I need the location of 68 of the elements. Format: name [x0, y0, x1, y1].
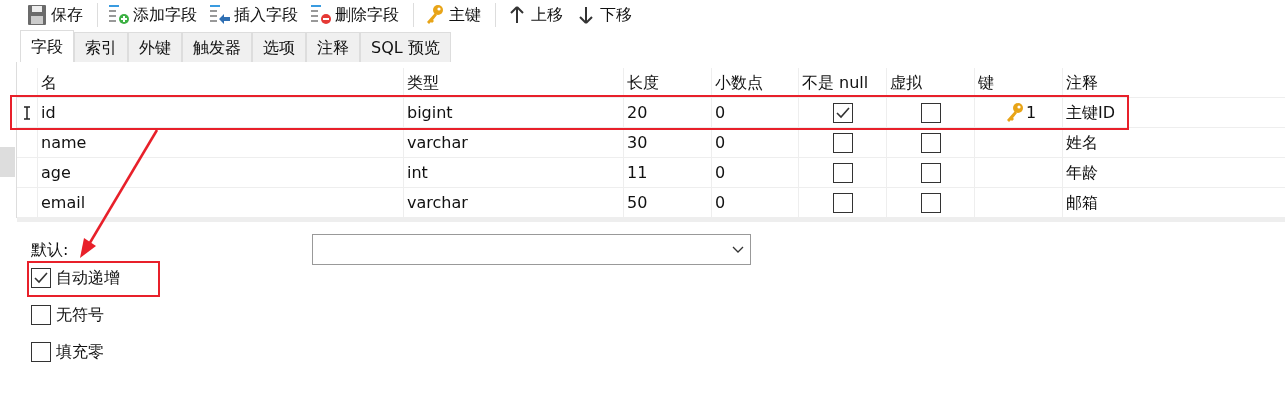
tab[interactable]: 索引 — [74, 32, 128, 62]
checkbox[interactable] — [920, 192, 941, 213]
down-button[interactable]: 下移 — [571, 1, 640, 29]
checkbox-option[interactable]: 无符号 — [31, 303, 104, 327]
table-cell-text: 年龄 — [1066, 161, 1098, 184]
table-cell-text: id — [41, 101, 56, 124]
checkbox[interactable] — [920, 162, 941, 183]
table-row[interactable]: age int 11 0 年龄 — [17, 158, 1285, 188]
up-button[interactable]: 上移 — [502, 1, 571, 29]
tab[interactable]: 字段 — [20, 30, 74, 62]
column-header: 类型 — [407, 71, 439, 94]
table-row[interactable]: name varchar 30 0 姓名 — [17, 128, 1285, 158]
column-header: 不是 null — [802, 71, 869, 94]
chevron-down-icon — [732, 245, 744, 254]
save-button[interactable]: 保存 — [22, 1, 91, 29]
tab[interactable]: SQL 预览 — [360, 32, 451, 62]
checkbox[interactable] — [31, 305, 51, 325]
checkbox[interactable] — [832, 192, 853, 213]
checkbox[interactable] — [920, 102, 941, 123]
column-header: 小数点 — [715, 71, 763, 94]
checkbox[interactable] — [832, 132, 853, 153]
checkbox[interactable] — [832, 162, 853, 183]
column-header: 注释 — [1066, 71, 1098, 94]
table-cell-text: int — [407, 161, 428, 184]
checkbox-option[interactable]: 填充零 — [31, 340, 104, 364]
table-cell-text: email — [41, 191, 86, 214]
checkbox[interactable] — [832, 102, 853, 123]
table-cell-text: 主键ID — [1066, 101, 1116, 124]
table-cell-text: varchar — [407, 131, 468, 154]
table-cell-text: age — [41, 161, 71, 184]
table-cell-text: varchar — [407, 191, 468, 214]
checkbox-option[interactable]: 自动递增 — [31, 266, 120, 290]
tab[interactable]: 外键 — [128, 32, 182, 62]
table-cell-text: 邮箱 — [1066, 191, 1098, 214]
add-field-icon — [108, 4, 130, 26]
delete-button[interactable]: 删除字段 — [306, 1, 407, 29]
table-cell-text: 0 — [715, 101, 726, 124]
column-header: 键 — [978, 71, 994, 94]
table-cell-text: 1 — [1025, 101, 1037, 124]
table-cell-text: 0 — [715, 191, 726, 214]
table-cell-text: 50 — [627, 191, 648, 214]
key-button[interactable]: 主键 — [420, 1, 489, 29]
column-header: 名 — [41, 71, 57, 94]
save-icon — [26, 4, 48, 26]
table-cell-text: bigint — [407, 101, 453, 124]
column-header: 长度 — [627, 71, 659, 94]
table-cell-text: 20 — [627, 101, 648, 124]
column-header: 虚拟 — [890, 71, 922, 94]
table-cell-text: 11 — [627, 161, 648, 184]
default-label: 默认: — [31, 239, 69, 261]
table-cell-text: name — [41, 131, 87, 154]
add-button[interactable]: 添加字段 — [104, 1, 205, 29]
default-dropdown[interactable] — [312, 234, 751, 265]
key-icon — [424, 4, 446, 26]
checkbox[interactable] — [31, 268, 51, 288]
tab[interactable]: 注释 — [306, 32, 360, 62]
insert-field-icon — [209, 4, 231, 26]
table-cell-text: 0 — [715, 161, 726, 184]
checkbox[interactable] — [31, 342, 51, 362]
table-cell-text: 0 — [715, 131, 726, 154]
checkbox[interactable] — [920, 132, 941, 153]
tab[interactable]: 选项 — [252, 32, 306, 62]
insert-button[interactable]: 插入字段 — [205, 1, 306, 29]
table-cell-text: 姓名 — [1066, 131, 1098, 154]
delete-field-icon — [310, 4, 332, 26]
tab[interactable]: 触发器 — [182, 32, 252, 62]
panel-handle[interactable] — [0, 147, 15, 177]
table-cell-text: 30 — [627, 131, 648, 154]
